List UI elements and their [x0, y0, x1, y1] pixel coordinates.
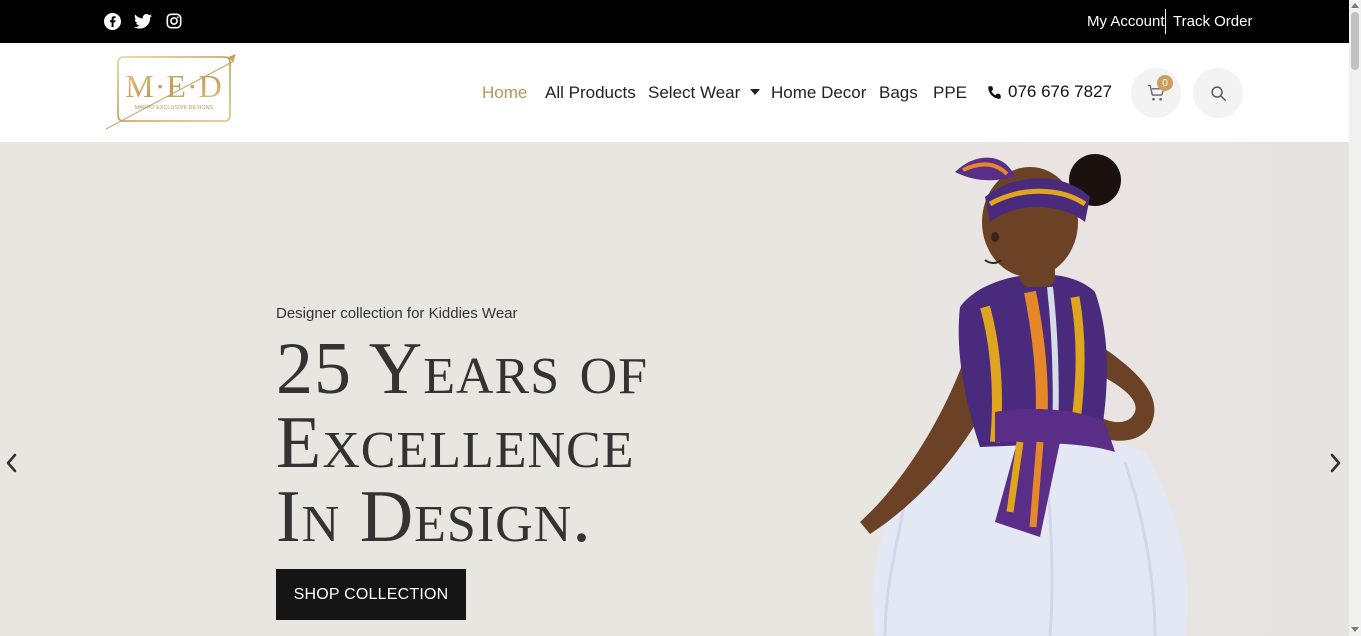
phone-number: 076 676 7827: [1008, 82, 1112, 101]
hero-subtitle: Designer collection for Kiddies Wear: [276, 305, 518, 322]
phone-icon: [988, 85, 1001, 99]
facebook-icon[interactable]: [103, 12, 121, 30]
instagram-icon[interactable]: [165, 12, 183, 30]
cart-count-badge: 0: [1157, 75, 1173, 91]
cart-button[interactable]: 0: [1131, 68, 1181, 118]
logo-text: M·E·D: [125, 68, 222, 104]
my-account-link[interactable]: My Account: [1087, 0, 1165, 43]
scroll-up-arrow-icon[interactable]: [1351, 3, 1359, 8]
twitter-icon[interactable]: [134, 12, 152, 30]
nav-select-wear-label: Select Wear: [648, 83, 741, 102]
hero-headline-line: 25 Years of: [276, 328, 649, 410]
scrollbar-thumb[interactable]: [1351, 12, 1359, 70]
phone-link[interactable]: 076 676 7827: [987, 82, 1112, 102]
page-scrollbar[interactable]: [1349, 0, 1361, 636]
chevron-left-icon: [6, 453, 17, 473]
hero-headline: 25 Years of Excellence In Design.: [276, 332, 796, 554]
search-icon: [1210, 85, 1226, 101]
site-header: M·E·D MAPPO EXCLUSIVE DESIGNS Home All P…: [0, 43, 1349, 142]
nav-ppe[interactable]: PPE: [933, 83, 967, 103]
nav-home[interactable]: Home: [482, 83, 527, 103]
nav-bags[interactable]: Bags: [879, 83, 918, 103]
nav-select-wear[interactable]: Select Wear: [648, 83, 761, 103]
search-button[interactable]: [1193, 68, 1243, 118]
hero-slider: Designer collection for Kiddies Wear 25 …: [0, 142, 1349, 636]
nav-home-decor[interactable]: Home Decor: [771, 83, 866, 103]
topbar-divider: [1165, 9, 1166, 34]
nav-all-products[interactable]: All Products: [545, 83, 636, 103]
chevron-right-icon: [1330, 453, 1341, 473]
shop-collection-button[interactable]: SHOP COLLECTION: [276, 569, 466, 620]
scroll-down-arrow-icon[interactable]: [1351, 627, 1359, 632]
slider-next-arrow[interactable]: [1328, 451, 1344, 475]
chevron-down-icon: [750, 88, 761, 95]
site-logo[interactable]: M·E·D MAPPO EXCLUSIVE DESIGNS: [104, 53, 240, 131]
hero-model-image: [860, 154, 1189, 636]
hero-headline-line: In Design.: [276, 476, 592, 558]
top-bar: My Account Track Order: [0, 0, 1349, 43]
hero-headline-line: Excellence: [276, 402, 635, 484]
track-order-link[interactable]: Track Order: [1173, 0, 1252, 43]
page: My Account Track Order M·E·D MAPPO EXCLU…: [0, 0, 1349, 636]
slider-prev-arrow[interactable]: [3, 451, 19, 475]
